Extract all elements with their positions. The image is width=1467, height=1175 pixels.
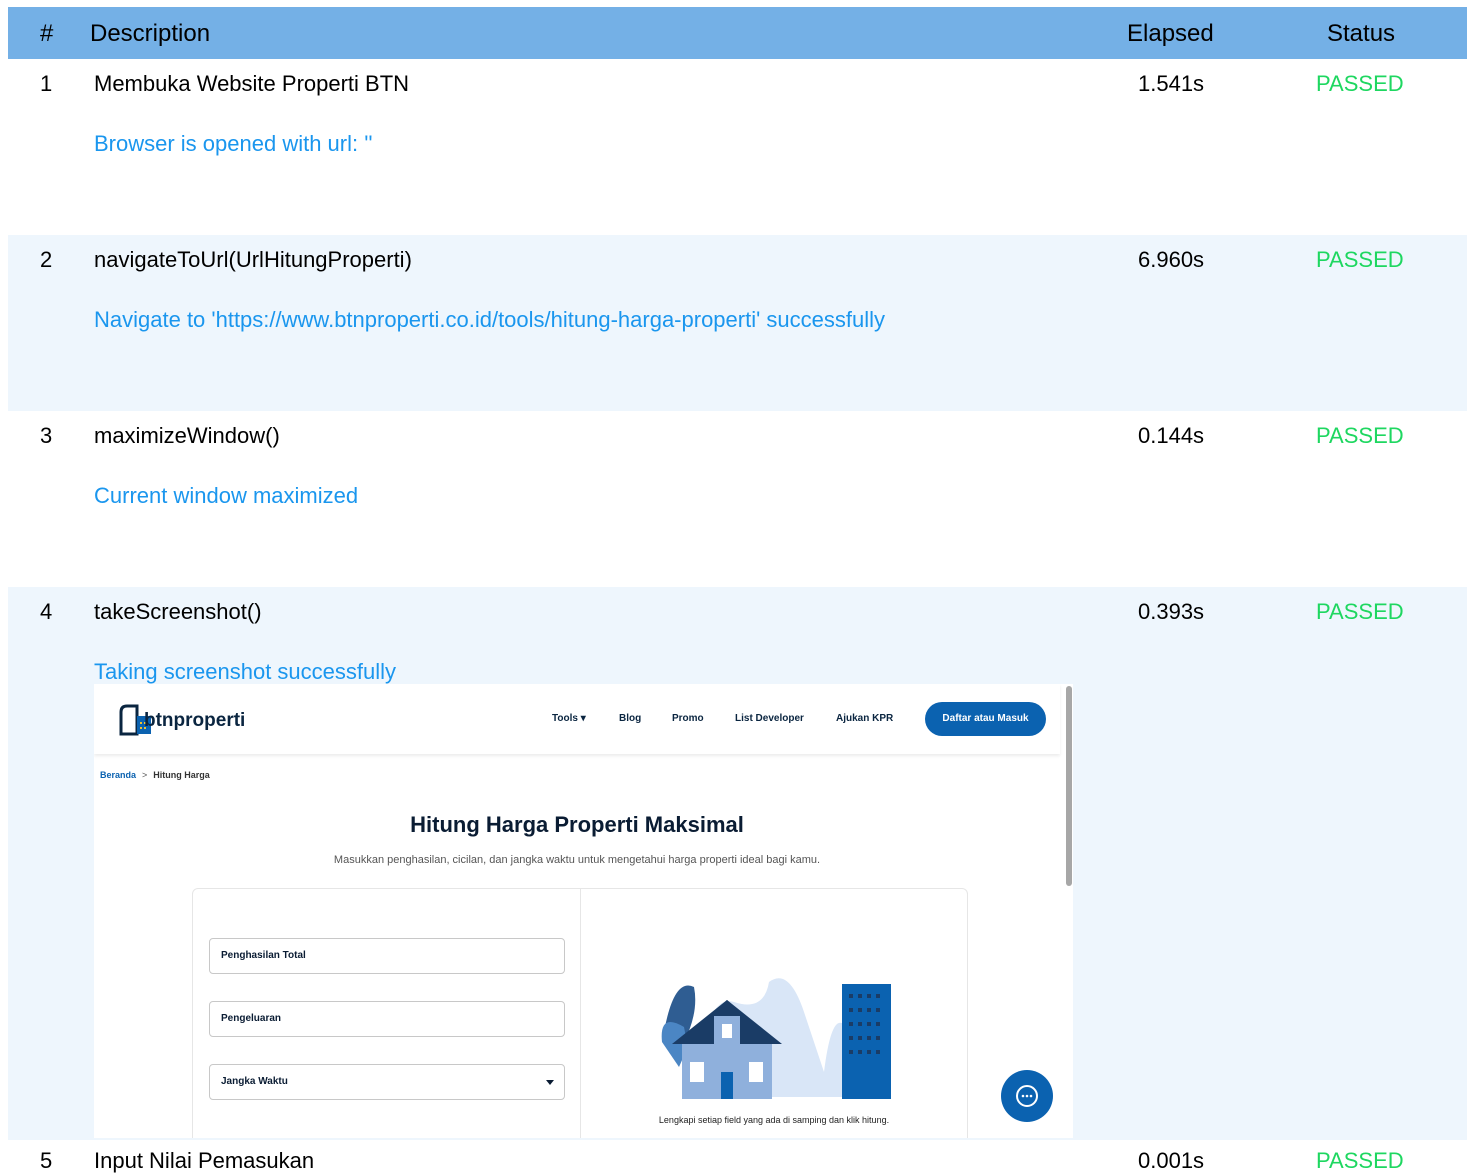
chat-button[interactable] [1001,1070,1053,1122]
nav-promo[interactable]: Promo [672,713,704,724]
step-message: Browser is opened with url: '' [94,131,373,156]
step-number: 4 [40,599,53,624]
page-subtitle: Masukkan penghasilan, cicilan, dan jangk… [333,854,821,866]
step-description[interactable]: navigateToUrl(UrlHitungProperti) [94,247,412,273]
step-number: 5 [40,1148,53,1173]
scrollbar-thumb[interactable] [1066,686,1072,886]
step-elapsed: 0.001s [1138,1148,1205,1173]
income-field[interactable]: Penghasilan Total [209,938,565,974]
step-message: Current window maximized [94,483,359,508]
breadcrumb-current: Hitung Harga [153,770,210,780]
breadcrumb: Beranda > Hitung Harga [100,770,210,780]
nav-list-developer[interactable]: List Developer [735,713,804,724]
step-description[interactable]: Membuka Website Properti BTN [94,71,409,97]
chat-bubble-icon [1016,1085,1038,1107]
income-field-label: Penghasilan Total [221,950,306,961]
illustration-caption: Lengkapi setiap field yang ada di sampin… [658,1115,890,1125]
table-row: 5 Input Nilai Pemasukan 0.001s PASSED [8,1140,1467,1175]
card-divider [580,889,581,1138]
step-elapsed: 0.393s [1138,599,1205,624]
breadcrumb-home[interactable]: Beranda [100,770,136,780]
step-status: PASSED [1316,423,1404,448]
table-row: 2 navigateToUrl(UrlHitungProperti) 6.960… [8,235,1467,411]
step-elapsed: 0.144s [1138,423,1205,448]
house-illustration-icon [661,978,891,1099]
logo-text: btnproperti [144,710,246,731]
step-description[interactable]: takeScreenshot() [94,599,262,625]
table-row: 3 maximizeWindow() 0.144s PASSED Current… [8,411,1467,587]
step-message: Taking screenshot successfully [94,659,397,684]
nav-tools-label: Tools [552,713,578,724]
table-row: 1 Membuka Website Properti BTN 1.541s PA… [8,59,1467,235]
step-number: 1 [40,71,53,96]
nav-ajukan-kpr[interactable]: Ajukan KPR [836,713,893,724]
site-navbar: btnproperti Tools ▾ Blog Promo List Deve… [94,684,1060,754]
step-message: Navigate to 'https://www.btnproperti.co.… [94,307,886,332]
header-description: Description [90,20,211,47]
chevron-down-icon [546,1080,554,1085]
step-elapsed: 6.960s [1138,247,1205,272]
login-button[interactable]: Daftar atau Masuk [925,702,1046,736]
header-num: # [40,20,54,47]
step-status: PASSED [1316,1148,1404,1173]
step-status: PASSED [1316,247,1404,272]
page-title: Hitung Harga Properti Maksimal [410,812,744,837]
expense-field[interactable]: Pengeluaran [209,1001,565,1037]
header-status: Status [1327,20,1396,47]
table-header: # Description Elapsed Status [8,7,1467,59]
breadcrumb-separator: > [142,770,148,780]
term-select[interactable]: Jangka Waktu [209,1064,565,1100]
step-description[interactable]: Input Nilai Pemasukan [94,1148,314,1174]
step-description[interactable]: maximizeWindow() [94,423,280,449]
nav-tools[interactable]: Tools ▾ [552,713,586,724]
step-number: 2 [40,247,53,272]
step-number: 3 [40,423,53,448]
embedded-screenshot: btnproperti Tools ▾ Blog Promo List Deve… [94,684,1073,1138]
step-status: PASSED [1316,71,1404,96]
expense-field-label: Pengeluaran [221,1013,282,1024]
step-elapsed: 1.541s [1138,71,1205,96]
nav-blog[interactable]: Blog [619,713,641,724]
term-select-label: Jangka Waktu [221,1076,288,1087]
header-elapsed: Elapsed [1127,20,1214,47]
step-status: PASSED [1316,599,1404,624]
chevron-down-icon: ▾ [580,713,586,724]
